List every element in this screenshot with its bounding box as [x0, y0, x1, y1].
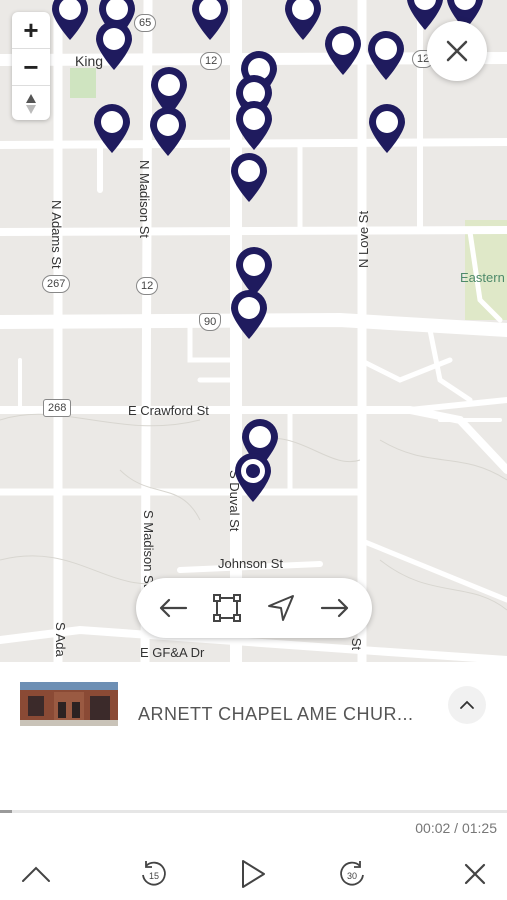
rewind-15-button[interactable]: 15 — [132, 852, 176, 896]
close-map-button[interactable] — [427, 21, 487, 81]
tour-stop-pin[interactable] — [367, 103, 407, 155]
tour-stop-pin[interactable] — [366, 30, 406, 82]
stop-title: ARNETT CHAPEL AME CHUR... — [138, 704, 414, 724]
route-shield: 267 — [42, 275, 71, 293]
close-player-button[interactable] — [453, 852, 497, 896]
zoom-controls: + − — [12, 12, 50, 120]
chevron-up-icon — [460, 700, 474, 709]
tour-stop-pin[interactable] — [229, 289, 269, 341]
tour-stop-pin[interactable] — [50, 0, 90, 42]
street-label: E Crawford St — [128, 403, 209, 418]
compass-button[interactable] — [12, 85, 50, 122]
frame-icon — [213, 594, 241, 622]
tour-stop-pin[interactable] — [94, 20, 134, 72]
chevron-up-icon — [22, 866, 50, 882]
audio-player-panel: ARNETT CHAPEL AME CHUR... 00:02 / 01:25 … — [0, 662, 507, 900]
street-label: Eastern — [460, 270, 505, 285]
tour-navigation-bar — [136, 578, 372, 638]
tour-stop-pin[interactable] — [323, 25, 363, 77]
forward-icon: 30 — [340, 861, 364, 886]
time-display: 00:02 / 01:25 — [415, 820, 497, 836]
locate-me-button[interactable] — [259, 586, 303, 630]
expand-button[interactable] — [448, 686, 486, 724]
fit-all-button[interactable] — [205, 586, 249, 630]
play-icon — [242, 860, 265, 888]
street-label: N Love St — [356, 210, 371, 268]
forward-30-button[interactable]: 30 — [330, 852, 374, 896]
player-controls: 15 30 — [0, 852, 507, 896]
church-photo — [20, 682, 118, 726]
street-label: E GF&A Dr — [140, 645, 205, 660]
route-shield: 12 — [200, 52, 223, 70]
street-label: N Adams St — [49, 200, 64, 269]
tour-stop-pin[interactable] — [92, 103, 132, 155]
route-shield: 65 — [134, 14, 157, 32]
location-arrow-icon — [268, 595, 294, 621]
forward-label: 30 — [347, 871, 357, 881]
tour-stop-pin[interactable] — [229, 152, 269, 204]
collapse-player-button[interactable] — [14, 852, 58, 896]
next-stop-button[interactable] — [313, 586, 357, 630]
close-icon — [464, 863, 486, 885]
selected-tour-stop-pin[interactable] — [233, 452, 273, 504]
route-shield: 12 — [136, 277, 159, 295]
zoom-out-button[interactable]: − — [12, 48, 50, 85]
tour-stop-pin[interactable] — [190, 0, 230, 42]
play-button[interactable] — [231, 852, 275, 896]
previous-stop-button[interactable] — [151, 586, 195, 630]
street-label: S Madison St — [141, 510, 156, 588]
north-arrow-icon — [26, 94, 36, 114]
map-view[interactable]: N Adams St N Madison St N Love St E Craw… — [0, 0, 507, 662]
street-label: Johnson St — [218, 556, 284, 571]
zoom-in-button[interactable]: + — [12, 12, 50, 48]
tour-stop-pin[interactable] — [234, 100, 274, 152]
street-label: S Ada — [53, 622, 68, 657]
tour-stop-pin[interactable] — [148, 106, 188, 158]
arrow-right-icon — [320, 598, 349, 618]
audio-progress-bar[interactable] — [0, 810, 507, 813]
audio-progress-fill — [0, 810, 13, 813]
rewind-label: 15 — [149, 871, 159, 881]
stop-thumbnail[interactable] — [20, 682, 118, 726]
close-icon — [446, 40, 468, 62]
route-shield: 268 — [43, 399, 72, 417]
arrow-left-icon — [159, 598, 188, 618]
tour-stop-pin[interactable] — [283, 0, 323, 42]
street-label: N Madison St — [137, 160, 152, 239]
rewind-icon: 15 — [142, 861, 166, 886]
